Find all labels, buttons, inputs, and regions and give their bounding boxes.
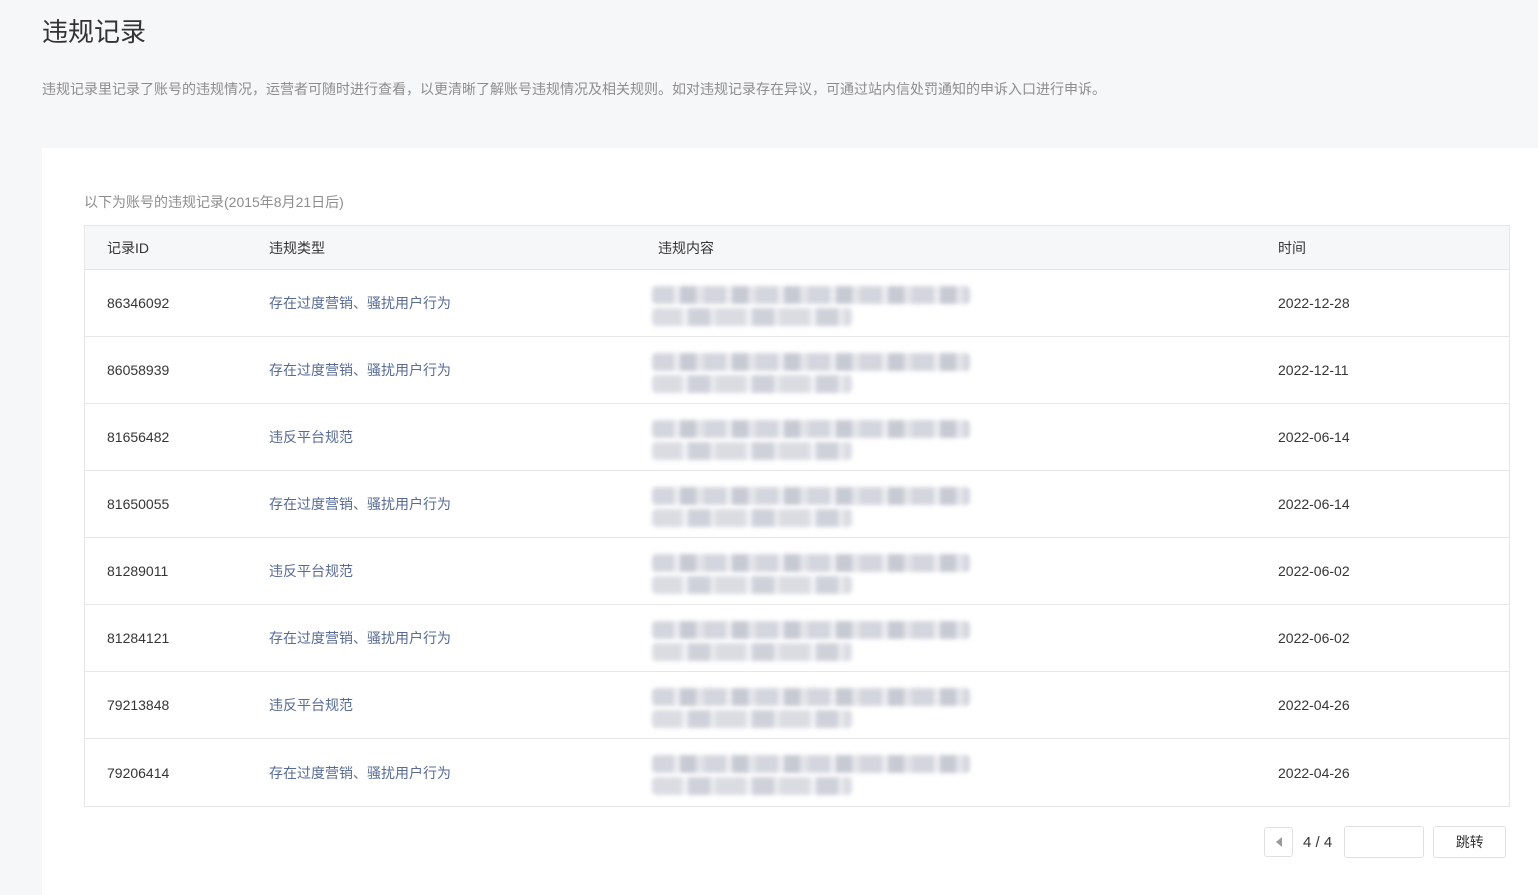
table-header: 记录ID 违规类型 违规内容 时间 xyxy=(85,226,1509,270)
record-time: 2022-06-14 xyxy=(1278,496,1350,512)
column-header-type: 违规类型 xyxy=(269,239,325,256)
record-id: 79206414 xyxy=(107,764,170,781)
page-indicator: 4 / 4 xyxy=(1303,833,1333,851)
record-content-blurred xyxy=(652,471,1278,537)
record-type-link[interactable]: 违反平台规范 xyxy=(269,695,658,715)
triangle-left-icon xyxy=(1275,837,1282,847)
table-row: 79213848 违反平台规范 2022-04-26 xyxy=(85,672,1509,739)
record-type-link[interactable]: 存在过度营销、骚扰用户行为 xyxy=(269,360,658,380)
record-type-link[interactable]: 存在过度营销、骚扰用户行为 xyxy=(269,763,658,783)
table-row: 79206414 存在过度营销、骚扰用户行为 2022-04-26 xyxy=(85,739,1509,806)
table-row: 81650055 存在过度营销、骚扰用户行为 2022-06-14 xyxy=(85,471,1509,538)
records-table: 记录ID 违规类型 违规内容 时间 86346092 存在过度营销、骚扰用户行为… xyxy=(84,225,1510,807)
pagination: 4 / 4 跳转 xyxy=(1264,826,1507,858)
record-id: 79213848 xyxy=(107,697,170,713)
record-id: 86346092 xyxy=(107,295,170,311)
record-type-link[interactable]: 存在过度营销、骚扰用户行为 xyxy=(269,628,658,648)
record-type-link[interactable]: 违反平台规范 xyxy=(269,561,658,581)
table-row: 81656482 违反平台规范 2022-06-14 xyxy=(85,404,1509,471)
record-content-blurred xyxy=(652,270,1278,336)
record-id: 81284121 xyxy=(107,630,170,646)
record-type-link[interactable]: 存在过度营销、骚扰用户行为 xyxy=(269,494,658,514)
record-type-link[interactable]: 存在过度营销、骚扰用户行为 xyxy=(269,293,658,313)
record-content-blurred xyxy=(652,538,1278,604)
jump-button[interactable]: 跳转 xyxy=(1433,826,1507,858)
page-description: 违规记录里记录了账号的违规情况，运营者可随时进行查看，以更清晰了解账号违规情况及… xyxy=(42,81,1106,97)
record-type-link[interactable]: 违反平台规范 xyxy=(269,427,658,447)
record-id: 81650055 xyxy=(107,496,170,512)
table-caption: 以下为账号的违规记录(2015年8月21日后) xyxy=(84,194,344,210)
records-card: 以下为账号的违规记录(2015年8月21日后) 记录ID 违规类型 违规内容 时… xyxy=(42,148,1538,895)
column-header-time: 时间 xyxy=(1278,239,1306,256)
record-content-blurred xyxy=(652,337,1278,403)
record-id: 81656482 xyxy=(107,429,170,445)
page-jump-input[interactable] xyxy=(1344,826,1425,858)
record-time: 2022-12-11 xyxy=(1278,362,1349,378)
previous-page-button[interactable] xyxy=(1264,827,1293,857)
record-content-blurred xyxy=(652,672,1278,738)
record-time: 2022-06-02 xyxy=(1278,563,1350,579)
record-id: 81289011 xyxy=(107,563,169,579)
record-time: 2022-06-02 xyxy=(1278,630,1350,646)
record-time: 2022-06-14 xyxy=(1278,429,1350,445)
table-row: 81289011 违反平台规范 2022-06-02 xyxy=(85,538,1509,605)
column-header-content: 违规内容 xyxy=(658,238,1278,258)
record-content-blurred xyxy=(652,739,1278,806)
record-time: 2022-12-28 xyxy=(1278,295,1350,311)
record-content-blurred xyxy=(652,605,1278,671)
record-content-blurred xyxy=(652,404,1278,470)
column-header-content-label: 违规内容 xyxy=(658,239,714,256)
table-row: 86058939 存在过度营销、骚扰用户行为 2022-12-11 xyxy=(85,337,1509,404)
record-time: 2022-04-26 xyxy=(1278,764,1350,781)
record-time: 2022-04-26 xyxy=(1278,697,1350,713)
table-row: 81284121 存在过度营销、骚扰用户行为 2022-06-02 xyxy=(85,605,1509,672)
column-header-id: 记录ID xyxy=(107,239,149,256)
record-id: 86058939 xyxy=(107,362,170,378)
table-row: 86346092 存在过度营销、骚扰用户行为 2022-12-28 xyxy=(85,270,1509,337)
page-title: 违规记录 xyxy=(42,17,147,47)
